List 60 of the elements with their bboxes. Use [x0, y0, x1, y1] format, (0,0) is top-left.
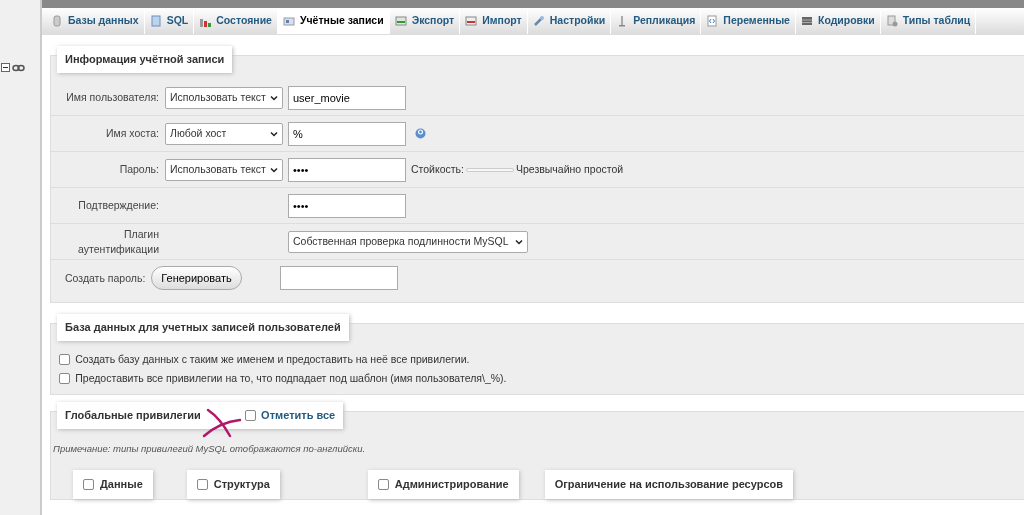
collapse-link-icon[interactable]: [1, 63, 25, 74]
generate-button[interactable]: Генерировать: [151, 265, 242, 291]
document-icon: [149, 15, 162, 27]
dropdown[interactable]: Любой хост: [165, 122, 283, 145]
wrench-icon: [532, 15, 545, 27]
checkbox[interactable]: [244, 409, 256, 421]
option-label: Предоставить все привилегии на то, что подпадает под шаблон (имя пользователя\_%).: [75, 370, 507, 386]
tab[interactable]: Импорт: [460, 8, 528, 34]
input-field[interactable]: [279, 266, 398, 290]
code-file-icon: [706, 15, 719, 27]
field-label: Имя хоста:: [104, 126, 160, 141]
checkbox[interactable]: [377, 479, 389, 490]
group-title: Структура: [213, 477, 270, 493]
tab[interactable]: SQL: [144, 8, 195, 34]
input-field[interactable]: %: [288, 121, 406, 146]
check-all-link[interactable]: Отметить все: [261, 407, 336, 424]
cylinder-icon: [51, 15, 63, 27]
list-icon: [800, 15, 813, 27]
option-label: Создать базу данных с таким же именем и предоставить на неё все привилегии.: [75, 351, 470, 367]
field-label: Пароль:: [118, 162, 160, 177]
caret-icon: [270, 130, 278, 137]
tab[interactable]: Типы таблиц: [880, 8, 977, 34]
help-icon[interactable]: [415, 128, 426, 139]
checkbox[interactable]: [83, 479, 94, 490]
checkbox[interactable]: [196, 479, 208, 490]
caret-icon: [515, 238, 523, 245]
checkbox[interactable]: [59, 373, 70, 384]
group-title: Администрирование: [394, 477, 509, 493]
note-text: Примечание: типы привилегий MySQL отображаются по-английски.: [53, 442, 367, 456]
legend: Информация учётной записи: [57, 46, 233, 73]
legend: База данных для учетных записей пользователей: [57, 314, 349, 341]
input-field[interactable]: ••••: [288, 157, 406, 182]
tab[interactable]: Настройки: [527, 8, 612, 34]
checkbox[interactable]: [59, 354, 70, 365]
strength-label: Стойкость:: [411, 161, 464, 177]
dropdown[interactable]: Использовать текст: [165, 158, 283, 181]
dropdown[interactable]: Собственная проверка подлинности MySQL: [288, 230, 528, 253]
field-label: Создать пароль:: [64, 270, 147, 286]
tab[interactable]: Учётные записи: [277, 8, 390, 34]
gear-file-icon: [885, 15, 898, 27]
legend-text: Глобальные привилегии: [65, 408, 201, 423]
group-title: Ограничение на использование ресурсов: [554, 477, 784, 493]
tab[interactable]: Экспорт: [389, 8, 461, 34]
field-label: Имя пользователя:: [65, 90, 160, 105]
tab[interactable]: Переменные: [701, 8, 796, 34]
tab[interactable]: Репликация: [611, 8, 702, 34]
caret-icon: [270, 94, 278, 101]
tab[interactable]: Кодировки: [795, 8, 881, 34]
strength-text: Чрезвычайно простой: [516, 161, 624, 177]
field-label: Плагин аутентификации: [77, 227, 160, 256]
caret-icon: [270, 166, 278, 173]
tab[interactable]: Базы данных: [46, 8, 145, 34]
input-field[interactable]: ••••: [288, 193, 406, 218]
dropdown[interactable]: Использовать текст: [165, 86, 283, 109]
field-label: Подтверждение:: [77, 198, 160, 213]
card-icon: [282, 15, 295, 27]
tab[interactable]: Состояние: [194, 8, 278, 34]
input-field[interactable]: user_movie: [288, 85, 406, 110]
cross-mark-drawing: [202, 408, 242, 438]
group-title: Данные: [100, 477, 143, 493]
